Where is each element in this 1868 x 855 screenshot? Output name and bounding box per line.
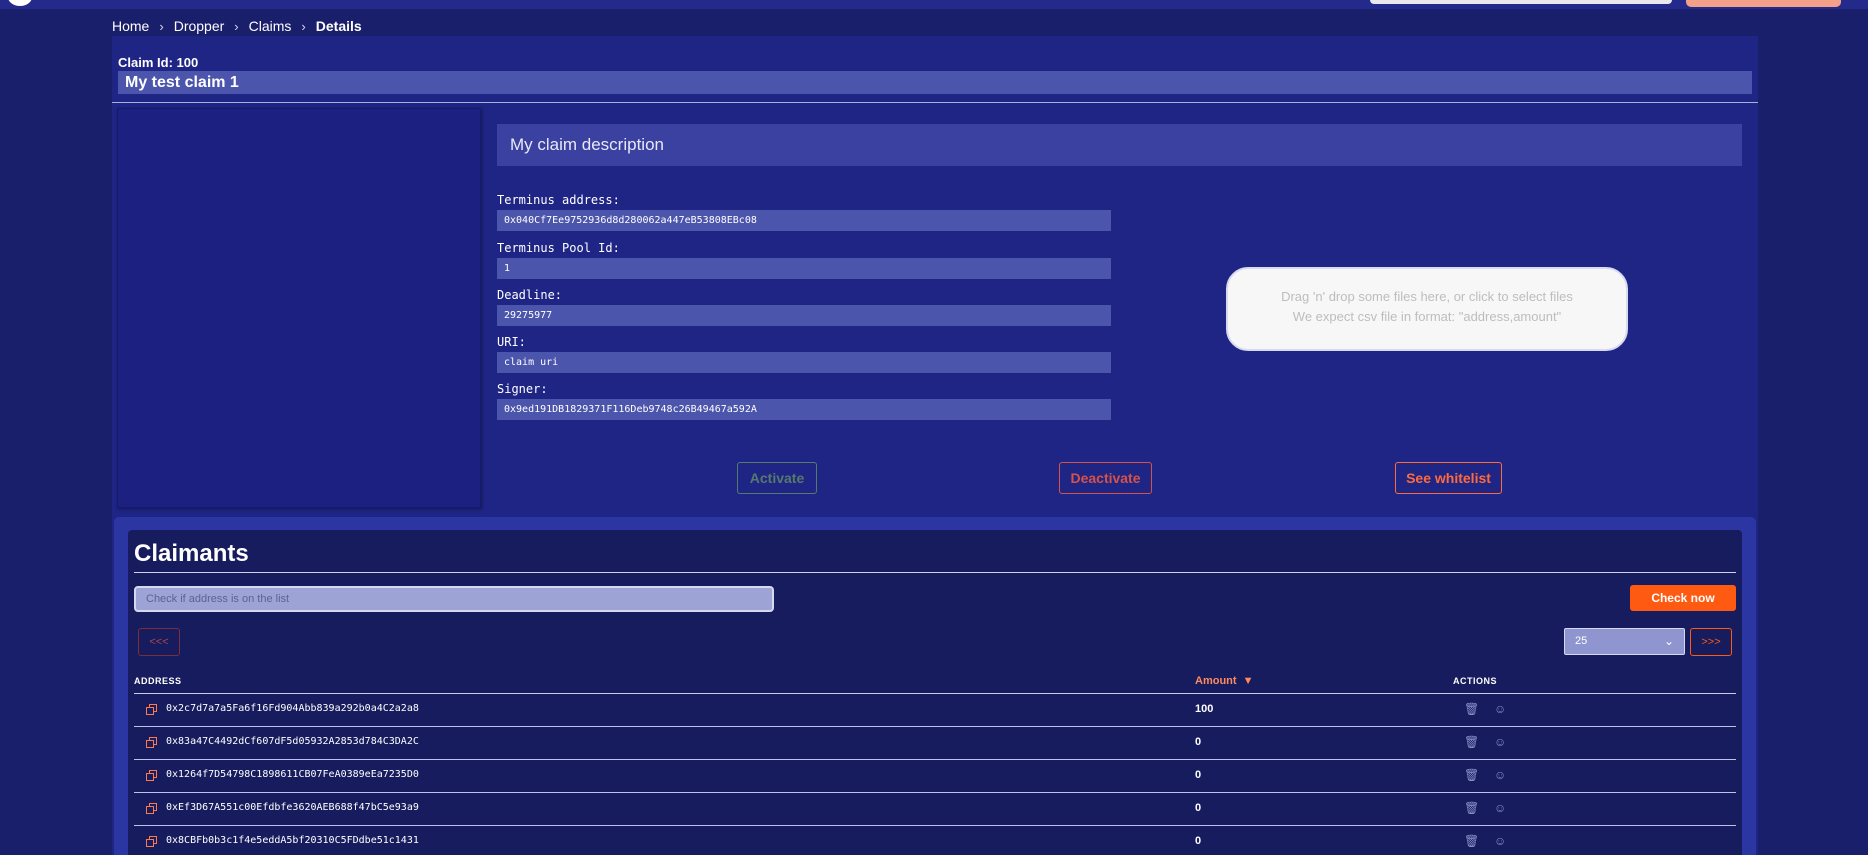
copy-icon[interactable] [146, 704, 157, 715]
navbar-search-input[interactable] [1370, 0, 1672, 4]
column-header-actions: ACTIONS [1453, 676, 1497, 686]
smile-icon[interactable]: ☺ [1494, 801, 1506, 815]
copy-icon[interactable] [146, 737, 157, 748]
breadcrumb-separator: › [301, 18, 306, 34]
uri-value[interactable]: claim uri [497, 352, 1111, 373]
claimant-address: 0x2c7d7a7a5Fa6f16Fd904Abb839a292b0a4C2a2… [166, 703, 419, 714]
column-header-address: ADDRESS [134, 676, 182, 686]
smile-icon[interactable]: ☺ [1494, 702, 1506, 716]
table-row: 0x83a47C4492dCf607dF5d05932A2853d784C3DA… [134, 727, 1736, 760]
column-header-amount[interactable]: Amount ▼ [1195, 675, 1254, 687]
breadcrumb: Home › Dropper › Claims › Details [112, 18, 362, 34]
breadcrumb-current: Details [315, 18, 362, 34]
claimant-address: 0x83a47C4492dCf607dF5d05932A2853d784C3DA… [166, 736, 419, 747]
next-page-button[interactable]: >>> [1690, 628, 1732, 656]
claim-description[interactable]: My claim description [497, 124, 1742, 166]
activate-button[interactable]: Activate [737, 462, 817, 494]
table-row: 0x2c7d7a7a5Fa6f16Fd904Abb839a292b0a4C2a2… [134, 694, 1736, 727]
trash-icon[interactable]: 🗑 [1464, 834, 1479, 848]
logo[interactable] [8, 0, 32, 6]
claimant-amount: 0 [1195, 769, 1202, 781]
copy-icon[interactable] [146, 803, 157, 814]
smile-icon[interactable]: ☺ [1494, 834, 1506, 848]
terminus-pool-id-value[interactable]: 1 [497, 258, 1111, 279]
address-check-input[interactable] [134, 586, 774, 612]
trash-icon[interactable]: 🗑 [1464, 801, 1479, 815]
deactivate-button[interactable]: Deactivate [1059, 462, 1152, 494]
claim-id: Claim Id: 100 [118, 55, 199, 70]
breadcrumb-separator: › [159, 18, 164, 34]
copy-icon[interactable] [146, 836, 157, 847]
terminus-address-value[interactable]: 0x040Cf7Ee9752936d8d280062a447eB53808EBc… [497, 210, 1111, 231]
claimant-address: 0xEf3D67A551c00Efdbfe3620AEB688f47bC5e93… [166, 802, 419, 813]
deadline-label: Deadline: [497, 288, 563, 302]
claimant-amount: 100 [1195, 703, 1214, 715]
table-row: 0x1264f7D54798C1898611CB07FeA0389eEa7235… [134, 760, 1736, 793]
terminus-pool-id-label: Terminus Pool Id: [497, 241, 620, 255]
dropzone-instruction: Drag 'n' drop some files here, or click … [1281, 289, 1573, 304]
table-row: 0x8CBFb0b3c1f4e5eddA5bf20310C5FDdbe51c14… [134, 826, 1736, 855]
terminus-address-label: Terminus address: [497, 193, 620, 207]
claimants-title: Claimants [134, 540, 249, 567]
see-whitelist-button[interactable]: See whitelist [1395, 462, 1502, 494]
uri-label: URI: [497, 335, 526, 349]
trash-icon[interactable]: 🗑 [1464, 768, 1479, 782]
divider [134, 572, 1736, 573]
breadcrumb-claims[interactable]: Claims [249, 18, 292, 34]
table-row: 0xEf3D67A551c00Efdbfe3620AEB688f47bC5e93… [134, 793, 1736, 826]
deadline-value[interactable]: 29275977 [497, 305, 1111, 326]
dropzone-format-hint: We expect csv file in format: "address,a… [1292, 309, 1562, 324]
divider [112, 102, 1758, 103]
prev-page-button[interactable]: <<< [138, 628, 180, 656]
navbar-connect-button[interactable] [1686, 0, 1841, 7]
breadcrumb-dropper[interactable]: Dropper [174, 18, 225, 34]
smile-icon[interactable]: ☺ [1494, 768, 1506, 782]
csv-dropzone[interactable]: Drag 'n' drop some files here, or click … [1226, 267, 1628, 351]
claim-title[interactable]: My test claim 1 [118, 71, 1752, 94]
claimant-amount: 0 [1195, 736, 1202, 748]
signer-value[interactable]: 0x9ed191DB1829371F116Deb9748c26B49467a59… [497, 399, 1111, 420]
chevron-down-icon: ⌄ [1663, 634, 1674, 648]
claimant-amount: 0 [1195, 835, 1202, 847]
claim-image-placeholder [117, 108, 481, 508]
signer-label: Signer: [497, 382, 548, 396]
page-size-value: 25 [1575, 635, 1588, 647]
trash-icon[interactable]: 🗑 [1464, 735, 1479, 749]
copy-icon[interactable] [146, 770, 157, 781]
amount-header-label: Amount [1195, 675, 1237, 687]
smile-icon[interactable]: ☺ [1494, 735, 1506, 749]
claimant-address: 0x1264f7D54798C1898611CB07FeA0389eEa7235… [166, 769, 419, 780]
breadcrumb-separator: › [234, 18, 239, 34]
check-now-button[interactable]: Check now [1630, 585, 1736, 611]
trash-icon[interactable]: 🗑 [1464, 702, 1479, 716]
claimant-amount: 0 [1195, 802, 1202, 814]
top-navbar [0, 0, 1868, 9]
page-size-select[interactable]: 25 ⌄ [1564, 628, 1685, 655]
breadcrumb-home[interactable]: Home [112, 18, 149, 34]
sort-desc-icon: ▼ [1239, 675, 1254, 687]
claimant-address: 0x8CBFb0b3c1f4e5eddA5bf20310C5FDdbe51c14… [166, 835, 419, 846]
